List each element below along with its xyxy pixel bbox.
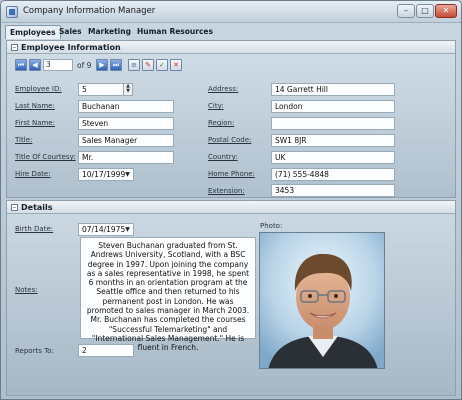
address-field[interactable]: 14 Garrett Hill bbox=[271, 83, 395, 96]
record-count-text: of 9 bbox=[77, 61, 92, 70]
maximize-button[interactable]: □ bbox=[416, 4, 434, 18]
notes-label: Notes: bbox=[15, 286, 38, 294]
next-record-icon[interactable]: ▶ bbox=[96, 59, 108, 71]
employee-id-value: 5 bbox=[82, 85, 87, 94]
hire-date-label: Hire Date: bbox=[15, 170, 51, 178]
title-bar: Company Information Manager – □ ✕ bbox=[1, 1, 461, 23]
address-label: Address: bbox=[208, 85, 239, 93]
add-record-icon[interactable]: ≡ bbox=[128, 59, 140, 71]
close-button[interactable]: ✕ bbox=[435, 4, 457, 18]
last-name-label: Last Name: bbox=[15, 102, 55, 110]
app-icon bbox=[6, 6, 18, 18]
first-record-icon[interactable]: ⏮ bbox=[15, 59, 27, 71]
employee-group-header[interactable]: – Employee Information bbox=[7, 41, 455, 54]
chevron-down-icon[interactable]: ▼ bbox=[122, 169, 133, 180]
region-label: Region: bbox=[208, 119, 235, 127]
employee-information-group: – Employee Information ⏮ ◀ 3 of 9 ▶ ⏭ ≡ … bbox=[6, 40, 456, 198]
portrait-image bbox=[260, 233, 384, 368]
region-field[interactable] bbox=[271, 117, 395, 130]
photo-label: Photo: bbox=[260, 222, 283, 230]
spin-down-icon[interactable]: ▼ bbox=[124, 89, 132, 94]
employee-group-title: Employee Information bbox=[21, 43, 121, 52]
details-group: – Details Birth Date: 07/14/1975 ▼ Notes… bbox=[6, 200, 456, 396]
country-field[interactable]: UK bbox=[271, 151, 395, 164]
spin-buttons[interactable]: ▲ ▼ bbox=[123, 84, 132, 95]
title-field[interactable]: Sales Manager bbox=[78, 134, 174, 147]
title-of-courtesy-label: Title Of Courtesy: bbox=[15, 153, 76, 161]
minimize-button[interactable]: – bbox=[397, 4, 415, 18]
tab-human-resources[interactable]: Human Resources bbox=[133, 25, 217, 39]
last-name-field[interactable]: Buchanan bbox=[78, 100, 174, 113]
chevron-down-icon[interactable]: ▼ bbox=[122, 224, 133, 235]
hire-date-picker[interactable]: 10/17/1999 ▼ bbox=[78, 168, 134, 181]
first-name-label: First Name: bbox=[15, 119, 55, 127]
postal-code-label: Postal Code: bbox=[208, 136, 252, 144]
tab-marketing[interactable]: Marketing bbox=[84, 25, 135, 39]
tab-sales[interactable]: Sales bbox=[55, 25, 86, 39]
details-group-header[interactable]: – Details bbox=[7, 201, 455, 214]
collapse-icon[interactable]: – bbox=[11, 204, 18, 211]
save-record-icon[interactable]: ✓ bbox=[156, 59, 168, 71]
extension-field[interactable]: 3453 bbox=[271, 184, 395, 197]
city-label: City: bbox=[208, 102, 224, 110]
title-of-courtesy-field[interactable]: Mr. bbox=[78, 151, 174, 164]
home-phone-label: Home Phone: bbox=[208, 170, 255, 178]
record-navigator: ⏮ ◀ 3 of 9 ▶ ⏭ ≡ ✎ ✓ ✕ bbox=[15, 59, 205, 73]
birth-date-value: 07/14/1975 bbox=[82, 225, 126, 234]
title-label: Title: bbox=[15, 136, 33, 144]
reports-to-label: Reports To: bbox=[15, 347, 54, 355]
country-label: Country: bbox=[208, 153, 238, 161]
extension-label: Extension: bbox=[208, 187, 245, 195]
employee-id-stepper[interactable]: 5 ▲ ▼ bbox=[78, 83, 133, 96]
delete-record-icon[interactable]: ✎ bbox=[142, 59, 154, 71]
city-field[interactable]: London bbox=[271, 100, 395, 113]
birth-date-label: Birth Date: bbox=[15, 225, 54, 233]
reports-to-field[interactable]: 2 bbox=[78, 344, 134, 357]
first-name-field[interactable]: Steven bbox=[78, 117, 174, 130]
birth-date-picker[interactable]: 07/14/1975 ▼ bbox=[78, 223, 134, 236]
record-position-input[interactable]: 3 bbox=[43, 59, 73, 71]
postal-code-field[interactable]: SW1 8JR bbox=[271, 134, 395, 147]
details-group-title: Details bbox=[21, 203, 53, 212]
last-record-icon[interactable]: ⏭ bbox=[110, 59, 122, 71]
tab-employees[interactable]: Employees bbox=[5, 25, 61, 39]
home-phone-field[interactable]: (71) 555-4848 bbox=[271, 168, 395, 181]
hire-date-value: 10/17/1999 bbox=[82, 170, 126, 179]
window-title: Company Information Manager bbox=[23, 6, 156, 16]
previous-record-icon[interactable]: ◀ bbox=[29, 59, 41, 71]
collapse-icon[interactable]: – bbox=[11, 44, 18, 51]
cancel-edit-icon[interactable]: ✕ bbox=[170, 59, 182, 71]
employee-id-label: Employee ID: bbox=[15, 85, 62, 93]
notes-textarea[interactable]: Steven Buchanan graduated from St. Andre… bbox=[80, 237, 256, 352]
employee-photo[interactable] bbox=[259, 232, 385, 369]
tab-bar: Employees Sales Marketing Human Resource… bbox=[1, 23, 461, 39]
app-window: Company Information Manager – □ ✕ Employ… bbox=[0, 0, 462, 400]
